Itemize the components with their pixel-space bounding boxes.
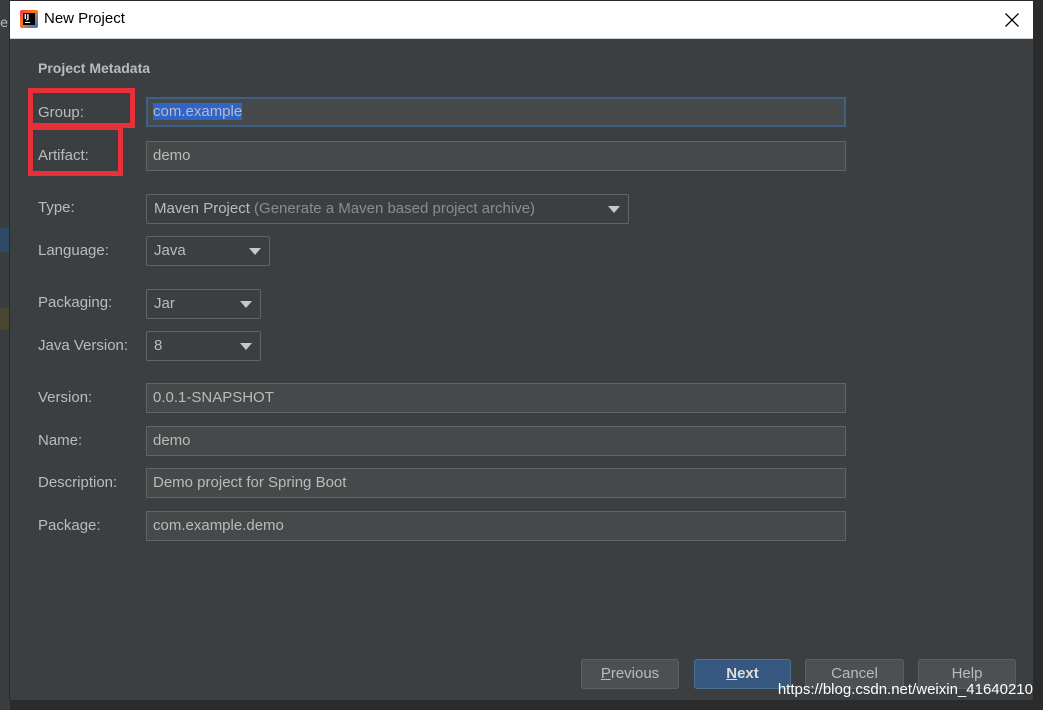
annotation-box-group bbox=[28, 88, 135, 128]
java-version-value: 8 bbox=[154, 337, 163, 354]
close-icon bbox=[1005, 13, 1019, 27]
language-label: Language: bbox=[38, 242, 109, 259]
next-label: ext bbox=[737, 665, 759, 682]
package-field[interactable]: com.example.demo bbox=[146, 511, 846, 541]
dropdown-arrow-icon bbox=[240, 343, 252, 350]
artifact-field[interactable]: demo bbox=[146, 141, 846, 171]
previous-mnemonic: P bbox=[600, 665, 611, 682]
type-value: Maven Project bbox=[154, 200, 250, 217]
watermark: https://blog.csdn.net/weixin_41640210 bbox=[777, 681, 1033, 698]
packaging-dropdown[interactable]: Jar bbox=[146, 289, 261, 319]
close-button[interactable] bbox=[995, 4, 1029, 36]
intellij-app-icon: IJ bbox=[20, 10, 38, 28]
previous-label: revious bbox=[610, 665, 660, 682]
annotation-box-artifact bbox=[28, 125, 123, 176]
group-field[interactable]: com.example bbox=[146, 97, 846, 127]
type-dropdown[interactable]: Maven Project (Generate a Maven based pr… bbox=[146, 194, 629, 224]
window-title: New Project bbox=[44, 10, 125, 27]
package-label: Package: bbox=[38, 517, 101, 534]
type-label: Type: bbox=[38, 199, 75, 216]
section-title: Project Metadata bbox=[38, 60, 151, 76]
previous-button[interactable]: Previous bbox=[581, 659, 679, 689]
next-button[interactable]: Next bbox=[694, 659, 791, 689]
title-bar: IJ New Project bbox=[10, 1, 1033, 39]
new-project-dialog: IJ New Project Project Metadata Group: c… bbox=[9, 0, 1034, 701]
type-hint: (Generate a Maven based project archive) bbox=[254, 200, 536, 217]
name-label: Name: bbox=[38, 432, 83, 449]
name-field[interactable]: demo bbox=[146, 426, 846, 456]
next-mnemonic: N bbox=[726, 665, 738, 682]
version-field[interactable]: 0.0.1-SNAPSHOT bbox=[146, 383, 846, 413]
description-label: Description: bbox=[38, 474, 118, 491]
dropdown-arrow-icon bbox=[608, 206, 620, 213]
language-value: Java bbox=[154, 242, 186, 259]
description-field[interactable]: Demo project for Spring Boot bbox=[146, 468, 846, 498]
java-version-label: Java Version: bbox=[38, 337, 129, 354]
version-label: Version: bbox=[38, 389, 93, 406]
dropdown-arrow-icon bbox=[240, 301, 252, 308]
dropdown-arrow-icon bbox=[249, 248, 261, 255]
packaging-value: Jar bbox=[154, 295, 175, 312]
language-dropdown[interactable]: Java bbox=[146, 236, 270, 266]
group-value: com.example bbox=[153, 103, 243, 120]
java-version-dropdown[interactable]: 8 bbox=[146, 331, 261, 361]
packaging-label: Packaging: bbox=[38, 294, 113, 311]
